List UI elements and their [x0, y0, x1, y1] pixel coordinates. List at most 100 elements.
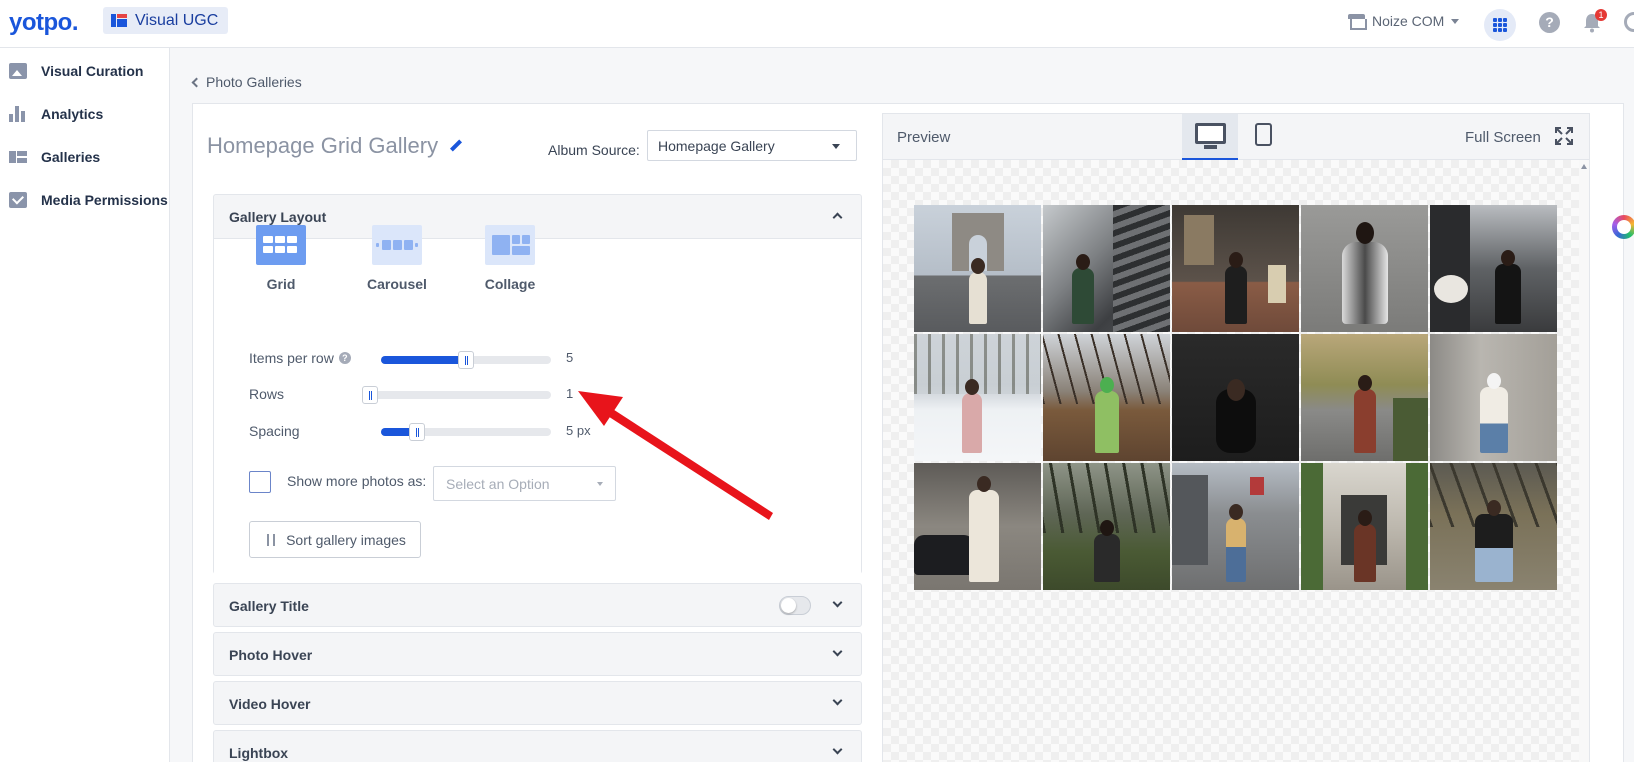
collage-layout-icon: [485, 225, 535, 265]
show-more-checkbox[interactable]: [249, 471, 271, 493]
album-source-label: Album Source:: [548, 142, 640, 158]
rows-label: Rows: [249, 386, 284, 402]
chevron-down-icon[interactable]: [832, 695, 843, 706]
gallery-title-section[interactable]: Gallery Title: [213, 583, 862, 627]
lightbox-section[interactable]: Lightbox: [213, 730, 862, 762]
user-avatar[interactable]: [1624, 12, 1634, 32]
section-header[interactable]: Video Hover: [214, 682, 861, 725]
gallery-photo[interactable]: [1172, 334, 1299, 461]
expand-icon[interactable]: [1555, 127, 1573, 145]
slider-handle[interactable]: [362, 386, 378, 404]
section-header[interactable]: Gallery Title: [214, 584, 861, 627]
breadcrumb-back-link[interactable]: Photo Galleries: [206, 74, 302, 90]
breadcrumb[interactable]: Photo Galleries: [191, 74, 302, 90]
gallery-photo[interactable]: [1043, 463, 1170, 590]
chevron-down-icon[interactable]: [832, 646, 843, 657]
slider-handle[interactable]: [458, 351, 474, 369]
product-name: Visual UGC: [135, 11, 219, 29]
gallery-photo[interactable]: [1043, 334, 1170, 461]
tablet-icon: [1255, 123, 1272, 146]
sort-icon: [264, 533, 278, 547]
slider-handle[interactable]: [409, 423, 425, 441]
layout-option-collage[interactable]: Collage: [470, 225, 550, 292]
slider-fill: [381, 356, 466, 364]
gallery-photo[interactable]: [1430, 463, 1557, 590]
section-header[interactable]: Photo Hover: [214, 633, 861, 676]
chevron-down-icon: [597, 482, 603, 486]
gallery-photo[interactable]: [1043, 205, 1170, 332]
photo-icon: [9, 63, 27, 79]
spacing-value: 5 px: [566, 423, 591, 438]
pencil-icon[interactable]: [450, 140, 462, 152]
yotpo-logo[interactable]: yotpo.: [9, 9, 79, 37]
sidebar-item-analytics[interactable]: Analytics: [9, 106, 103, 122]
section-title: Photo Hover: [229, 646, 313, 663]
album-source-value: Homepage Gallery: [658, 138, 775, 154]
question-icon[interactable]: ?: [338, 352, 351, 364]
sidebar-item-label: Galleries: [41, 149, 101, 165]
product-switcher[interactable]: Visual UGC: [103, 7, 229, 34]
visual-ugc-icon: [111, 14, 127, 27]
tablet-view-button[interactable]: [1244, 114, 1284, 160]
gallery-photo[interactable]: [1301, 205, 1428, 332]
preview-header: Preview Full Screen: [883, 114, 1589, 160]
sidebar-item-visual-curation[interactable]: Visual Curation: [9, 63, 143, 79]
gallery-photo[interactable]: [1301, 463, 1428, 590]
select-placeholder: Select an Option: [446, 476, 550, 492]
desktop-view-button[interactable]: [1182, 114, 1238, 160]
layout-option-carousel[interactable]: Carousel: [357, 225, 437, 292]
gallery-photo[interactable]: [1430, 205, 1557, 332]
desktop-stand: [1204, 145, 1217, 149]
gallery-photo[interactable]: [1172, 205, 1299, 332]
grid-layout-icon: [256, 225, 306, 265]
top-bar: yotpo. Visual UGC Noize COM ? 1: [0, 0, 1634, 48]
section-title: Video Hover: [229, 695, 311, 712]
bar-chart-icon: [9, 106, 27, 122]
chevron-down-icon[interactable]: [832, 744, 843, 755]
layout-option-grid[interactable]: Grid: [241, 225, 321, 292]
chat-widget-icon[interactable]: [1612, 215, 1634, 239]
scroll-up-icon[interactable]: [1581, 164, 1587, 169]
layout-option-label: Grid: [266, 276, 296, 292]
sidebar-item-media-permissions[interactable]: Media Permissions: [9, 192, 168, 208]
show-more-select[interactable]: Select an Option: [433, 466, 616, 501]
preview-photo-grid: [914, 205, 1559, 593]
chevron-down-icon[interactable]: [832, 597, 843, 608]
chevron-left-icon: [191, 77, 202, 87]
spacing-slider[interactable]: [381, 423, 551, 441]
full-screen-link[interactable]: Full Screen: [1465, 129, 1541, 146]
store-selector[interactable]: Noize COM: [1348, 13, 1460, 30]
gallery-photo[interactable]: [1430, 334, 1557, 461]
gallery-photo[interactable]: [914, 463, 1041, 590]
photo-hover-section[interactable]: Photo Hover: [213, 632, 862, 676]
video-hover-section[interactable]: Video Hover: [213, 681, 862, 725]
section-header[interactable]: Lightbox: [214, 731, 861, 762]
checkmark-icon: [9, 192, 27, 208]
sort-gallery-images-button[interactable]: Sort gallery images: [249, 521, 421, 558]
carousel-layout-icon: [372, 225, 422, 265]
sidebar: Visual Curation Analytics Galleries Medi…: [0, 48, 170, 762]
gallery-icon: [9, 149, 27, 165]
items-per-row-slider[interactable]: [381, 351, 551, 369]
gallery-photo[interactable]: [1172, 463, 1299, 590]
sidebar-item-galleries[interactable]: Galleries: [9, 149, 100, 165]
gallery-photo[interactable]: [914, 205, 1041, 332]
section-title: Gallery Title: [229, 597, 309, 614]
show-more-label: Show more photos as:: [287, 473, 427, 489]
chevron-up-icon[interactable]: [832, 212, 843, 223]
sidebar-item-label: Visual Curation: [41, 63, 144, 79]
store-icon: [1348, 14, 1367, 30]
sidebar-item-label: Media Permissions: [41, 192, 168, 208]
sort-button-label: Sort gallery images: [286, 531, 406, 548]
apps-grid-icon[interactable]: [1484, 9, 1516, 41]
gallery-photo[interactable]: [914, 334, 1041, 461]
gallery-title-toggle[interactable]: [779, 596, 811, 615]
album-source-select[interactable]: Homepage Gallery: [647, 130, 857, 161]
help-icon[interactable]: ?: [1539, 12, 1560, 33]
rows-slider[interactable]: [362, 386, 551, 404]
gallery-title: Homepage Grid Gallery: [207, 133, 462, 159]
preview-scrollbar[interactable]: [1579, 160, 1589, 762]
slider-label-text: Spacing: [249, 423, 300, 439]
gallery-photo[interactable]: [1301, 334, 1428, 461]
gallery-title-text: Homepage Grid Gallery: [207, 133, 439, 158]
